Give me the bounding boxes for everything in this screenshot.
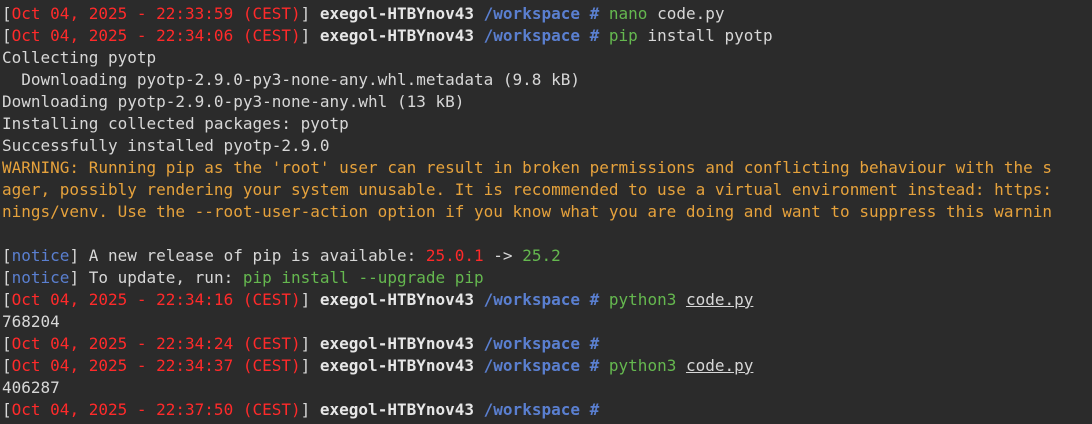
notice-text: To update, run:: [79, 268, 243, 287]
file-link[interactable]: code.py: [686, 356, 753, 375]
prompt-line: [Oct 04, 2025 - 22:34:16 (CEST)] exegol-…: [2, 290, 754, 309]
prompt-host: exegol-HTBYnov43: [319, 4, 475, 23]
prompt-line: [Oct 04, 2025 - 22:34:37 (CEST)] exegol-…: [2, 356, 754, 375]
warning-line: nings/venv. Use the --root-user-action o…: [2, 202, 1052, 221]
timestamp: Oct 04, 2025 - 22:34:37 (CEST): [11, 356, 301, 375]
timestamp: Oct 04, 2025 - 22:34:24 (CEST): [11, 334, 301, 353]
prompt-cwd: /workspace: [483, 4, 580, 23]
command-args: code.py: [647, 4, 725, 23]
output-line: Downloading pyotp-2.9.0-py3-none-any.whl…: [2, 70, 580, 89]
prompt-symbol: #: [589, 290, 600, 309]
notice-text: A new release of pip is available:: [79, 246, 426, 265]
notice-line: [notice] A new release of pip is availab…: [2, 246, 561, 265]
prompt-cwd: /workspace: [483, 356, 580, 375]
output-line: Downloading pyotp-2.9.0-py3-none-any.whl…: [2, 92, 465, 111]
timestamp: Oct 04, 2025 - 22:34:06 (CEST): [11, 26, 301, 45]
command-args: install pyotp: [637, 26, 773, 45]
prompt-symbol: #: [589, 4, 600, 23]
warning-line: ager, possibly rendering your system unu…: [2, 180, 1052, 199]
file-link[interactable]: code.py: [686, 290, 753, 309]
terminal-window[interactable]: [Oct 04, 2025 - 22:33:59 (CEST)] exegol-…: [0, 0, 1092, 424]
prompt-symbol: #: [589, 26, 600, 45]
upgrade-command: pip install --upgrade pip: [242, 268, 484, 287]
output-line: Collecting pyotp: [2, 48, 157, 67]
version-arrow: ->: [483, 246, 523, 265]
prompt-host: exegol-HTBYnov43: [319, 400, 475, 419]
old-version: 25.0.1: [425, 246, 484, 265]
warning-line: WARNING: Running pip as the 'root' user …: [2, 158, 1052, 177]
prompt-line: [Oct 04, 2025 - 22:34:06 (CEST)] exegol-…: [2, 26, 773, 45]
notice-tag: notice: [11, 268, 70, 287]
output-line: 406287: [2, 378, 60, 397]
command: pip: [608, 26, 638, 45]
notice-line: [notice] To update, run: pip install --u…: [2, 268, 484, 287]
prompt-cwd: /workspace: [483, 290, 580, 309]
timestamp: Oct 04, 2025 - 22:37:50 (CEST): [11, 400, 301, 419]
prompt-host: exegol-HTBYnov43: [319, 26, 475, 45]
prompt-line: [Oct 04, 2025 - 22:34:24 (CEST)] exegol-…: [2, 334, 600, 353]
command: python3: [608, 356, 677, 375]
command: nano: [608, 4, 648, 23]
prompt-line[interactable]: [Oct 04, 2025 - 22:37:50 (CEST)] exegol-…: [2, 399, 1092, 421]
prompt-symbol: #: [589, 356, 600, 375]
new-version: 25.2: [522, 246, 561, 265]
prompt-host: exegol-HTBYnov43: [319, 290, 475, 309]
output-line: Installing collected packages: pyotp: [2, 114, 349, 133]
prompt-symbol: #: [589, 334, 600, 353]
prompt-host: exegol-HTBYnov43: [319, 334, 475, 353]
timestamp: Oct 04, 2025 - 22:33:59 (CEST): [11, 4, 301, 23]
command: python3: [608, 290, 677, 309]
timestamp: Oct 04, 2025 - 22:34:16 (CEST): [11, 290, 301, 309]
notice-tag: notice: [11, 246, 70, 265]
prompt-cwd: /workspace: [483, 26, 580, 45]
prompt-line: [Oct 04, 2025 - 22:33:59 (CEST)] exegol-…: [2, 4, 725, 23]
prompt-cwd: /workspace: [483, 334, 580, 353]
output-line: 768204: [2, 312, 60, 331]
prompt-host: exegol-HTBYnov43: [319, 356, 475, 375]
prompt-cwd: /workspace: [483, 400, 580, 419]
output-line: Successfully installed pyotp-2.9.0: [2, 136, 330, 155]
prompt-symbol: #: [589, 400, 600, 419]
